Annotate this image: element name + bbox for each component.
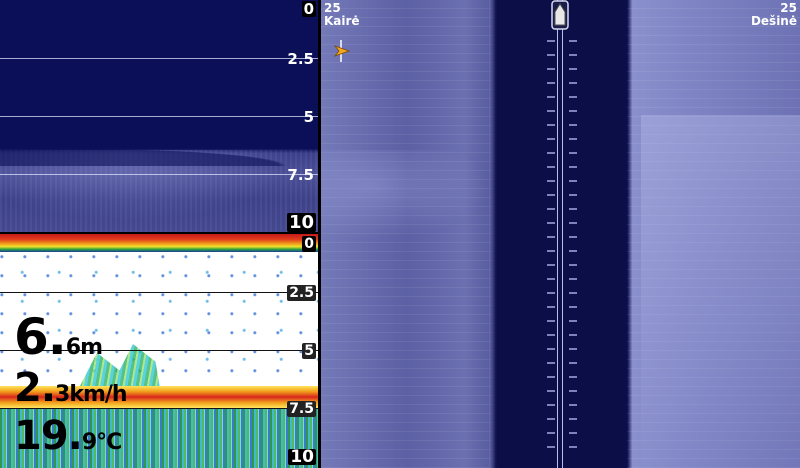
sonar-2d-view[interactable]: 0 2.5 5 7.5 10 6.6m 2.3km/h 19.9°C [0, 234, 318, 468]
depth-gridline-2-5 [0, 292, 318, 293]
range-ticks [547, 40, 555, 458]
depth-scale-label: 10 [286, 212, 316, 232]
left-side-label: Kairė [324, 14, 360, 28]
depth-scale-label: 7.5 [287, 401, 316, 417]
boat-track-line [562, 0, 563, 468]
depth-scale-label: 2.5 [287, 50, 314, 68]
side-imaging-structure [321, 150, 491, 240]
down-imaging-view[interactable]: 0 2.5 5 7.5 10 [0, 0, 318, 232]
depth-gridline-2-5 [0, 58, 318, 59]
depth-scale-label: 0 [301, 0, 316, 18]
depth-gridline-5 [0, 116, 318, 117]
depth-gridline-7-5 [0, 174, 318, 175]
surface-clutter [0, 234, 318, 252]
depth-scale-label: 5 [302, 343, 316, 359]
boat-track-line [557, 0, 558, 468]
boat-icon [551, 0, 569, 30]
right-side-label: Dešinė [750, 14, 797, 28]
water-column [489, 0, 627, 468]
down-imaging-bottom-contour [0, 146, 318, 166]
depth-readout: 6.6m [14, 308, 103, 366]
cursor-arrow-icon[interactable] [333, 40, 351, 62]
depth-scale-label: 2.5 [287, 285, 316, 301]
temperature-readout: 19.9°C [14, 413, 122, 459]
depth-scale-label: 5 [303, 108, 314, 126]
side-imaging-view[interactable]: 25 Kairė 25 Dešinė [321, 0, 800, 468]
depth-scale-label: 10 [288, 447, 316, 467]
speed-readout: 2.3km/h [14, 365, 128, 411]
range-ticks [569, 40, 577, 458]
side-imaging-structure [641, 115, 800, 468]
depth-scale-label: 0 [302, 236, 316, 252]
depth-scale-label: 7.5 [287, 166, 314, 184]
